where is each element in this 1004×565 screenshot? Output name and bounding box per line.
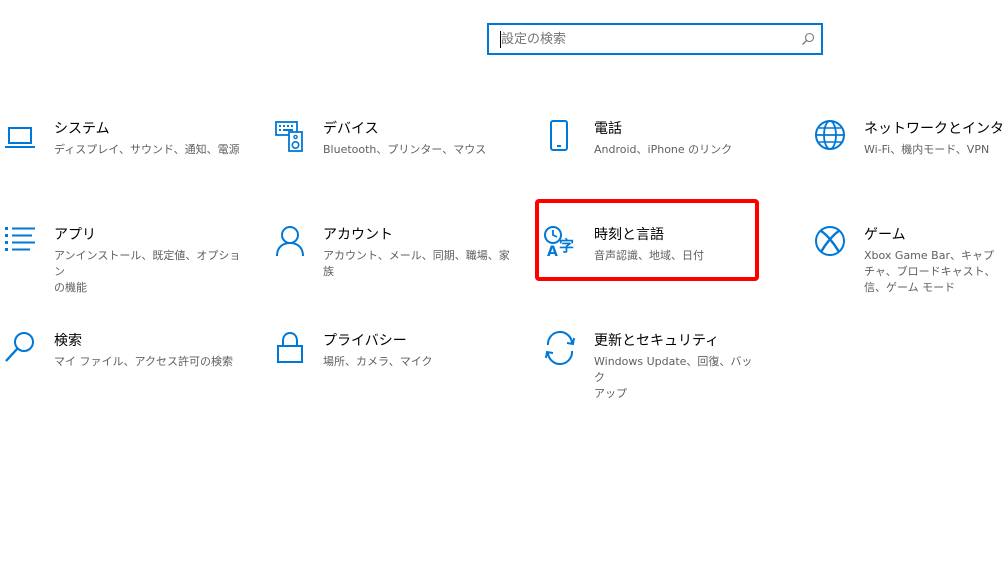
tile-title: ネットワークとインターネット: [864, 121, 1004, 137]
tile-description-line: の機能: [54, 281, 87, 294]
tile-title: プライバシー: [323, 333, 407, 349]
tile-description: Wi-Fi、機内モード、VPN: [864, 143, 990, 156]
laptop-icon: [5, 127, 35, 148]
search-input[interactable]: [489, 25, 801, 53]
tile-description: Android、iPhone のリンク: [594, 143, 733, 156]
tile-description: 場所、カメラ、マイク: [323, 355, 433, 368]
phone-icon: [550, 120, 568, 151]
tile-description: Xbox Game Bar、キャプチャ、ブロードキャスト、 信、ゲーム モード: [864, 248, 1004, 296]
tile-network[interactable]: ネットワークとインターネット Wi-Fi、機内モード、VPN: [814, 118, 1004, 188]
person-icon: [276, 226, 304, 257]
tile-title: 更新とセキュリティ: [594, 333, 720, 349]
tile-description: マイ ファイル、アクセス許可の検索: [54, 355, 233, 368]
search-icon[interactable]: [801, 32, 815, 46]
tile-description: Windows Update、回復、バック アップ: [594, 354, 763, 402]
tile-title: 検索: [54, 333, 82, 349]
tile-devices[interactable]: デバイス Bluetooth、プリンター、マウス: [275, 118, 515, 188]
magnifier-icon: [5, 332, 34, 362]
tile-description-line: アンインストール、既定値、オプション: [54, 249, 241, 278]
sync-icon: [545, 331, 575, 365]
tile-gaming[interactable]: ゲーム Xbox Game Bar、キャプチャ、ブロードキャスト、 信、ゲーム …: [814, 224, 1004, 294]
tile-description-line: 族: [323, 265, 334, 278]
keyboard-speaker-icon: [275, 121, 303, 152]
tile-update-security[interactable]: 更新とセキュリティ Windows Update、回復、バック アップ: [543, 330, 763, 400]
xbox-icon: [815, 226, 845, 256]
tile-title: アカウント: [323, 227, 393, 243]
globe-icon: [815, 120, 845, 150]
tile-description-line: アップ: [594, 387, 627, 400]
tile-system[interactable]: システム ディスプレイ、サウンド、通知、電源: [4, 118, 244, 188]
tile-description: ディスプレイ、サウンド、通知、電源: [54, 143, 240, 156]
text-caret: [500, 31, 501, 48]
tile-description-line: アカウント、メール、同期、職場、家: [323, 249, 510, 262]
tile-privacy[interactable]: プライバシー 場所、カメラ、マイク: [275, 330, 515, 400]
tile-title: 電話: [594, 121, 622, 137]
lock-icon: [277, 331, 303, 363]
search-box[interactable]: [487, 23, 823, 55]
tile-phone[interactable]: 電話 Android、iPhone のリンク: [546, 118, 786, 188]
tile-apps[interactable]: アプリ アンインストール、既定値、オプション の機能: [4, 224, 244, 294]
highlight-box: [535, 199, 759, 281]
app-list-icon: [5, 227, 35, 251]
tile-description: アカウント、メール、同期、職場、家 族: [323, 248, 510, 280]
tile-description: Bluetooth、プリンター、マウス: [323, 143, 487, 156]
tile-title: アプリ: [54, 227, 96, 243]
settings-home: システム ディスプレイ、サウンド、通知、電源 デバイス Bluetooth、プリ…: [0, 0, 1004, 565]
tile-title: デバイス: [323, 121, 379, 137]
tile-description-line: 信、ゲーム モード: [864, 281, 956, 294]
tile-description-line: Xbox Game Bar、キャプチャ、ブロードキャスト、: [864, 249, 996, 278]
tile-accounts[interactable]: アカウント アカウント、メール、同期、職場、家 族: [275, 224, 515, 294]
tile-title: システム: [54, 121, 110, 137]
tile-description-line: Windows Update、回復、バック: [594, 355, 753, 384]
tile-description: アンインストール、既定値、オプション の機能: [54, 248, 244, 296]
tile-search[interactable]: 検索 マイ ファイル、アクセス許可の検索: [4, 330, 244, 400]
tile-title: ゲーム: [864, 227, 906, 243]
